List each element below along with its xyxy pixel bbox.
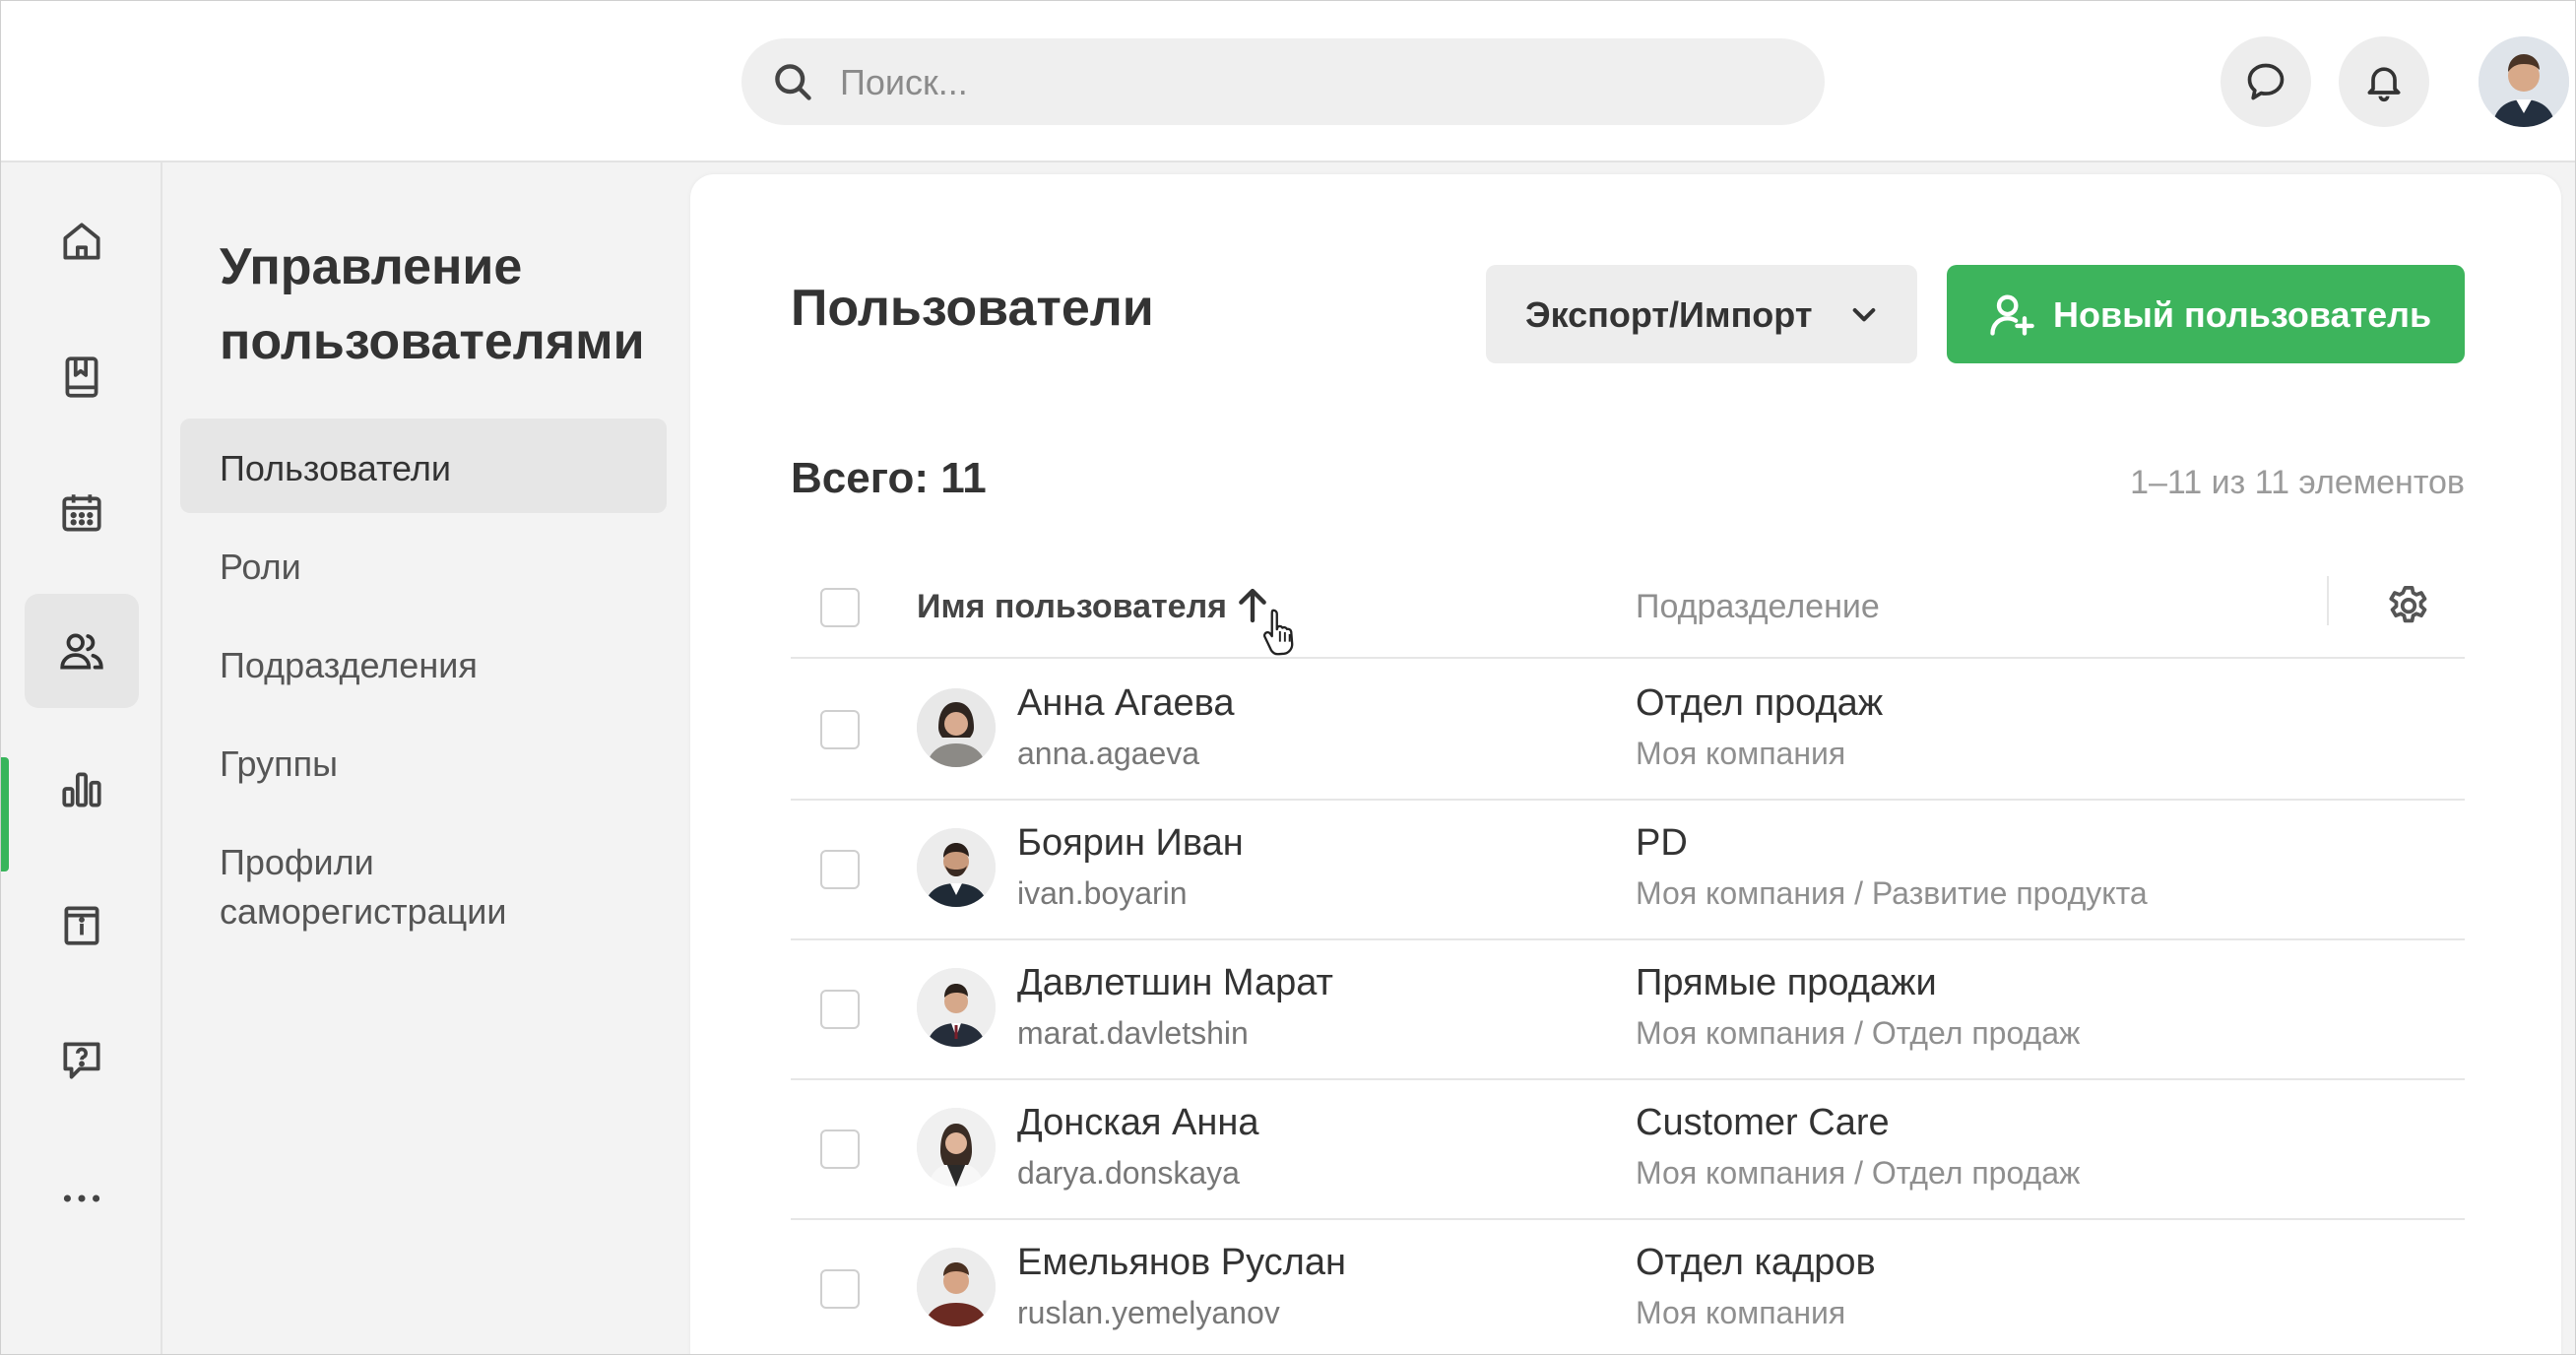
info-board-icon [64,906,99,945]
user-login: ivan.boyarin [1017,875,1188,911]
user-login: marat.davletshin [1017,1015,1249,1051]
select-all-checkbox[interactable] [820,588,860,627]
column-divider [2327,576,2329,625]
home-icon [63,223,100,260]
top-bar: Поиск... [1,1,2575,162]
user-department: Customer Care [1636,1102,1890,1143]
calendar-icon [62,494,101,532]
avatar-photo-icon [917,968,996,1047]
nav-rail [1,162,162,1354]
search-icon [775,64,811,100]
department-path: Моя компания / Развитие продукта [1636,875,2148,911]
sidebar-item-label: Группы [220,743,338,784]
user-login: ruslan.yemelyanov [1017,1295,1280,1330]
department-path: Моя компания / Отдел продаж [1636,1155,2081,1191]
export-import-label: Экспорт/Импорт [1525,294,1813,335]
chat-icon [2247,63,2285,100]
total-count: Всего: 11 [791,454,987,502]
avatar [917,828,996,907]
nav-analytics[interactable] [25,732,139,846]
user-login: anna.agaeva [1017,736,1200,771]
search-input[interactable]: Поиск... [741,38,1825,125]
table-header: Имя пользователя Подразделение [791,558,2465,659]
table-row[interactable]: Емельянов Руслан ruslan.yemelyanov Отдел… [791,1218,2465,1354]
row-checkbox[interactable] [820,990,860,1029]
user-department: PD [1636,822,1688,864]
nav-users[interactable] [25,594,139,708]
pagination-info: 1–11 из 11 элементов [2130,464,2465,501]
sidebar-item-label: Профили саморегистрации [220,842,507,932]
nav-info[interactable] [25,868,139,982]
department-path: Моя компания [1636,736,1846,771]
notifications-button[interactable] [2339,36,2429,127]
row-checkbox[interactable] [820,710,860,749]
row-checkbox[interactable] [820,1129,860,1169]
sidebar-item-self-registration[interactable]: Профили саморегистрации [180,812,667,932]
avatar [917,1248,996,1326]
avatar-photo-icon [917,828,996,907]
user-department: Отдел продаж [1636,682,1884,724]
avatar-photo-icon [917,688,996,767]
table-row[interactable]: Боярин Иван ivan.boyarin PD Моя компания… [791,799,2465,940]
app-window: Поиск... Управление пользователями Польз… [0,0,2576,1355]
nav-knowledge[interactable] [25,320,139,434]
nav-home[interactable] [25,184,139,298]
sidebar-item-roles[interactable]: Роли [180,517,667,612]
user-name[interactable]: Емельянов Руслан [1017,1242,1346,1284]
sidebar-item-label: Подразделения [220,645,478,685]
help-chat-icon [63,1042,100,1079]
gear-icon[interactable] [2384,582,2433,631]
column-header-name[interactable]: Имя пользователя [917,588,1227,626]
department-path: Моя компания [1636,1295,1846,1330]
sidebar-item-users[interactable]: Пользователи [180,419,667,513]
row-checkbox[interactable] [820,1269,860,1309]
table-row[interactable]: Давлетшин Марат marat.davletshin Прямые … [791,938,2465,1080]
avatar-photo-icon [917,1248,996,1326]
user-login: darya.donskaya [1017,1155,1240,1191]
chat-button[interactable] [2221,36,2311,127]
avatar-photo-icon [917,1108,996,1187]
avatar [917,688,996,767]
export-import-button[interactable]: Экспорт/Импорт [1486,265,1917,363]
column-header-department[interactable]: Подразделение [1636,588,1880,626]
add-user-icon [1990,294,2034,336]
book-icon [65,356,98,398]
hand-pointer-icon [1262,609,1294,656]
department-path: Моя компания / Отдел продаж [1636,1015,2081,1051]
nav-more[interactable] [25,1141,139,1256]
users-icon [60,633,103,670]
more-icon [63,1194,100,1202]
chevron-down-icon [1852,308,1876,322]
new-user-button[interactable]: Новый пользователь [1947,265,2465,363]
sidebar-item-departments[interactable]: Подразделения [180,615,667,710]
table-row[interactable]: Донская Анна darya.donskaya Customer Car… [791,1078,2465,1220]
nav-calendar[interactable] [25,456,139,570]
main-content: Пользователи Экспорт/Импорт Новый пользо… [690,174,2561,1354]
sidebar-item-label: Пользователи [220,448,451,488]
avatar-photo-icon [2479,36,2569,127]
user-name[interactable]: Давлетшин Марат [1017,962,1333,1004]
user-department: Прямые продажи [1636,962,1937,1003]
bar-chart-icon [62,772,101,807]
sidebar-item-label: Роли [220,547,301,587]
sidebar-item-groups[interactable]: Группы [180,714,667,808]
user-name[interactable]: Донская Анна [1017,1102,1258,1144]
section-sidebar: Управление пользователями Пользователи Р… [162,162,688,1354]
avatar [917,968,996,1047]
row-checkbox[interactable] [820,850,860,889]
page-title: Пользователи [791,280,1154,337]
user-department: Отдел кадров [1636,1242,1876,1283]
user-avatar[interactable] [2479,36,2569,127]
bell-icon [2367,67,2401,102]
search-placeholder: Поиск... [840,62,968,102]
new-user-label: Новый пользователь [2053,294,2432,335]
active-indicator [1,757,9,871]
user-name[interactable]: Боярин Иван [1017,822,1244,865]
nav-help[interactable] [25,1003,139,1118]
table-row[interactable]: Анна Агаева anna.agaeva Отдел продаж Моя… [791,659,2465,801]
user-name[interactable]: Анна Агаева [1017,682,1235,725]
avatar [917,1108,996,1187]
section-title: Управление пользователями [220,238,645,370]
